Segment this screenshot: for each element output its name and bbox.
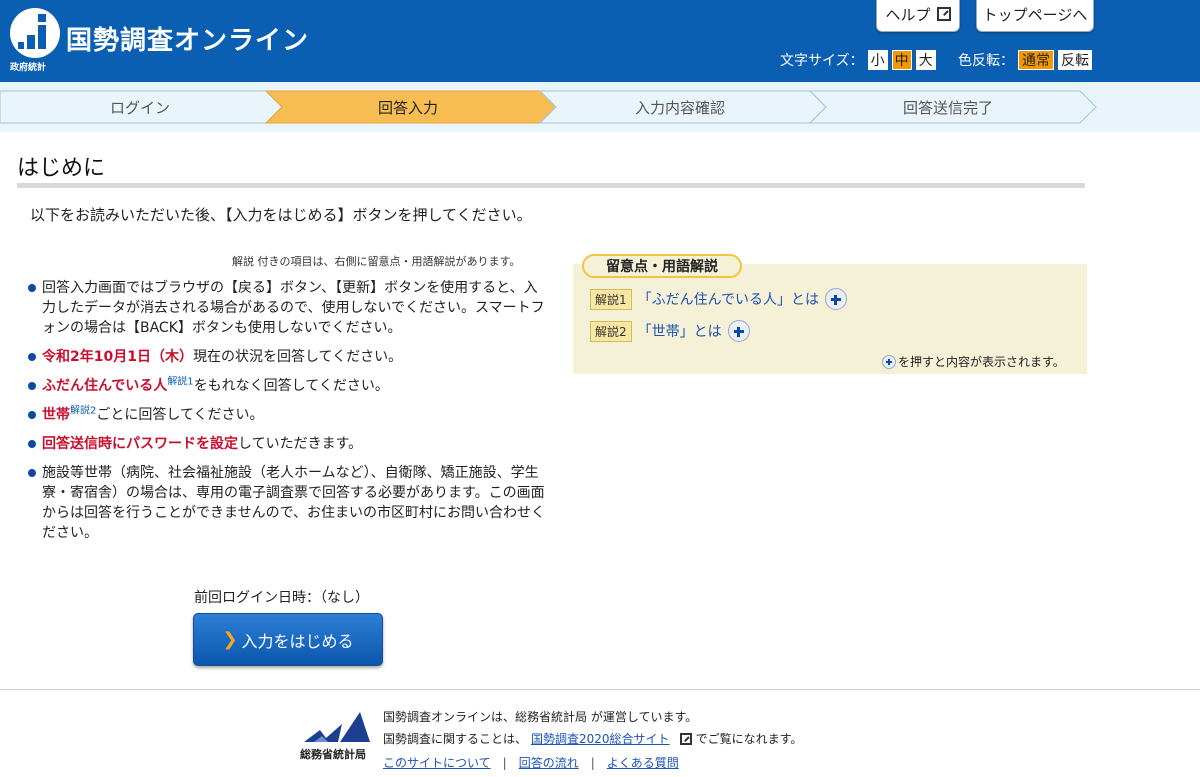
item-text: 回答入力画面ではブラウザの【戻る】ボタン、【更新】ボタンを使用すると、入力したデ…: [42, 280, 545, 336]
top-page-label: トップページへ: [982, 5, 1088, 24]
list-item: 回答入力画面ではブラウザの【戻る】ボタン、【更新】ボタンを使用すると、入力したデ…: [28, 278, 550, 338]
item-text: していただきます。: [238, 436, 363, 452]
item-text: ごとに回答してください。: [96, 407, 264, 423]
logo-caption: 政府統計: [10, 63, 47, 73]
start-input-button[interactable]: ❯ 入力をはじめる: [193, 613, 383, 666]
faq-link[interactable]: よくある質問: [607, 754, 679, 771]
invert-label: 色反転：: [958, 53, 1014, 69]
statistics-bureau-name: 総務省統計局: [300, 748, 366, 761]
top-page-button[interactable]: トップページへ: [976, 0, 1094, 32]
statistics-bureau-logo-icon: [304, 712, 370, 742]
item-emphasis: 世帯: [42, 407, 70, 423]
glossary-ref-1[interactable]: 解説1: [167, 376, 193, 387]
list-item: 回答送信時にパスワードを設定していただきます。: [28, 434, 550, 454]
government-statistics-logo[interactable]: 政府統計: [8, 8, 68, 73]
chevron-right-icon: ❯: [222, 629, 238, 650]
last-login-info: 前回ログイン日時：（なし）: [194, 590, 369, 606]
footer-operator-text: 国勢調査オンラインは、総務省統計局 が運営しています。: [383, 710, 698, 724]
glossary-ref-2[interactable]: 解説2: [70, 405, 96, 416]
item-text: 現在の状況を回答してください。: [192, 349, 403, 365]
step-login: ログイン: [109, 98, 170, 117]
footer-site-text-b: でご覧になれます。: [695, 732, 803, 746]
expand-plus-icon[interactable]: [727, 320, 750, 342]
separator: |: [502, 755, 507, 770]
glossary-note: 解説 付きの項目は、右側に留意点・用語解説があります。: [232, 255, 521, 268]
help-button[interactable]: ヘルプ: [876, 0, 960, 32]
footer-operator-line: 国勢調査オンラインは、総務省統計局 が運営しています。: [383, 708, 697, 725]
glossary-title: 留意点・用語解説: [582, 254, 742, 278]
item-text: をもれなく回答してください。: [193, 378, 389, 394]
glossary-link-household[interactable]: 「世帯」とは: [638, 321, 722, 341]
glossary-hint: を押すと内容が表示されます。: [882, 353, 1065, 370]
footer-site-text-a: 国勢調査に関することは、: [383, 732, 528, 746]
item-text: 施設等世帯（病院、社会福祉施設（老人ホームなど）、自衛隊、矯正施設、学生寮・寄宿…: [42, 465, 546, 541]
page-title: はじめに: [17, 156, 106, 181]
font-size-large[interactable]: 大: [915, 50, 936, 70]
external-link-icon: [679, 732, 692, 745]
step-complete: 回答送信完了: [902, 98, 993, 117]
font-size-small[interactable]: 小: [867, 50, 888, 70]
help-label: ヘルプ: [885, 5, 931, 24]
answer-flow-link[interactable]: 回答の流れ: [519, 754, 579, 771]
font-size-medium[interactable]: 中: [891, 50, 912, 70]
external-link-icon: [936, 7, 951, 21]
footer-divider: [0, 689, 1200, 690]
glossary-row-1[interactable]: 解説1 「ふだん住んでいる人」とは: [590, 288, 847, 310]
logo-circle: [10, 8, 60, 58]
glossary-row-2[interactable]: 解説2 「世帯」とは: [590, 320, 750, 342]
footer-links: このサイトについて | 回答の流れ | よくある質問: [383, 754, 679, 771]
invert-normal[interactable]: 通常: [1018, 50, 1054, 70]
color-invert-toggle: 色反転： 通常 反転: [958, 50, 1092, 70]
start-button-label: 入力をはじめる: [241, 631, 354, 651]
item-emphasis: 令和2年10月1日（木）: [42, 349, 193, 365]
lead-text: 以下をお読みいただいた後、【入力をはじめる】ボタンを押してください。: [30, 206, 532, 224]
glossary-tag: 解説1: [590, 288, 632, 310]
item-emphasis: 回答送信時にパスワードを設定: [42, 436, 238, 452]
step-confirm: 入力内容確認: [634, 98, 725, 117]
progress-steps: ログイン 回答入力 入力内容確認 回答送信完了: [0, 82, 1200, 132]
census-site-link[interactable]: 国勢調査2020総合サイト: [531, 730, 670, 747]
site-header: 政府統計 国勢調査オンライン ヘルプ トップページへ 文字サイズ： 小 中 大 …: [0, 0, 1200, 82]
font-size-label: 文字サイズ：: [780, 53, 864, 69]
item-emphasis: ふだん住んでいる人: [42, 378, 168, 394]
font-size-toggle: 文字サイズ： 小 中 大: [780, 50, 936, 70]
instruction-list: 回答入力画面ではブラウザの【戻る】ボタン、【更新】ボタンを使用すると、入力したデ…: [28, 278, 550, 552]
list-item: 世帯解説2ごとに回答してください。: [28, 405, 550, 425]
invert-reverse[interactable]: 反転: [1058, 50, 1092, 70]
list-item: 令和2年10月1日（木）現在の状況を回答してください。: [28, 347, 550, 367]
plus-icon: [882, 354, 896, 369]
step-answer-input: 回答入力: [377, 98, 438, 117]
glossary-hint-text: を押すと内容が表示されます。: [898, 355, 1065, 369]
statistics-logo-icon: [18, 14, 46, 49]
list-item: ふだん住んでいる人解説1をもれなく回答してください。: [28, 376, 550, 396]
title-divider: [17, 183, 1085, 188]
glossary-link-resident[interactable]: 「ふだん住んでいる人」とは: [638, 289, 819, 309]
about-site-link[interactable]: このサイトについて: [383, 754, 491, 771]
site-title[interactable]: 国勢調査オンライン: [66, 20, 309, 57]
list-item: 施設等世帯（病院、社会福祉施設（老人ホームなど）、自衛隊、矯正施設、学生寮・寄宿…: [28, 463, 550, 543]
expand-plus-icon[interactable]: [824, 288, 847, 310]
glossary-tag: 解説2: [590, 320, 632, 342]
footer-site-line: 国勢調査に関することは、 国勢調査2020総合サイト でご覧になれます。: [383, 730, 802, 747]
separator: |: [590, 755, 595, 770]
